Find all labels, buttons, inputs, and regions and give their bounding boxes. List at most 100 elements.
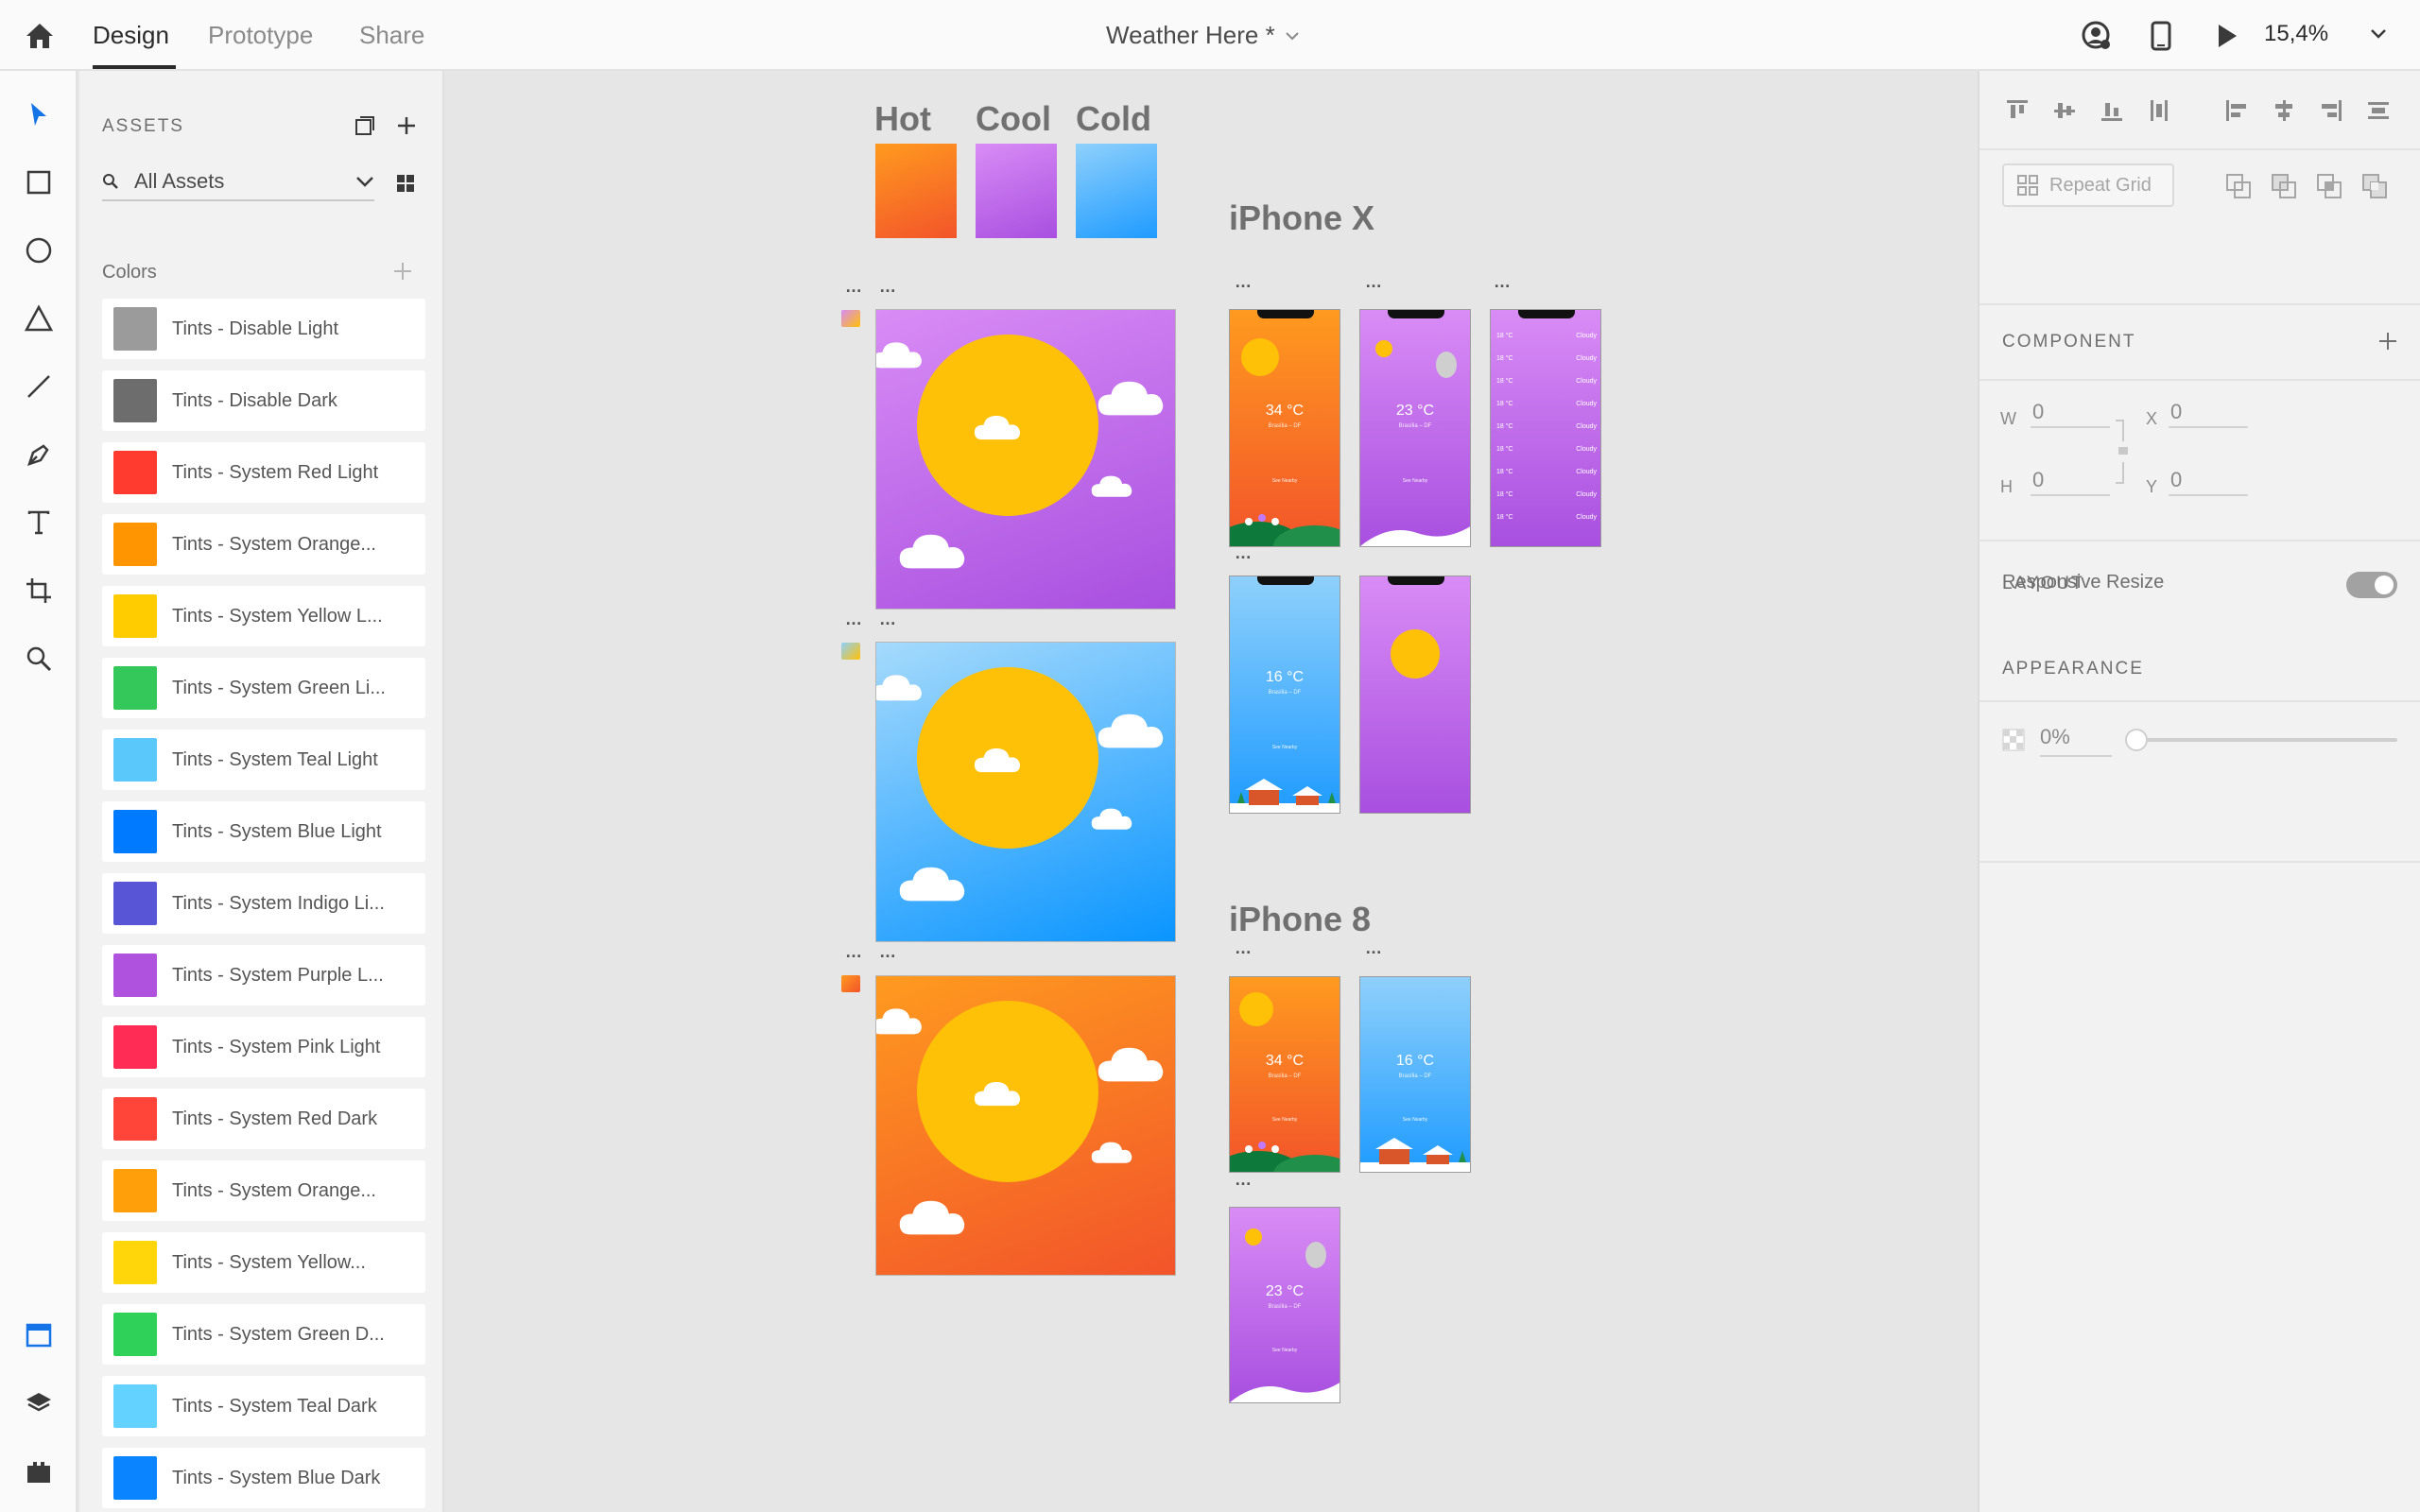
align-middle-button[interactable] (2048, 94, 2082, 128)
color-asset-item[interactable]: Tints - System Teal Light (102, 730, 425, 790)
open-library-button[interactable] (348, 109, 382, 143)
repeat-grid-button[interactable]: Repeat Grid (2002, 163, 2174, 207)
phone-artboard-forecast-list[interactable]: 18 °C Cloudy 18 °C Cloudy 18 °C Cloudy 18 °C Cl… (1490, 309, 1601, 547)
color-asset-item[interactable]: Tints - System Purple L... (102, 945, 425, 1005)
assets-panel-button[interactable] (20, 1316, 58, 1354)
document-title-menu[interactable]: Weather Here * (1106, 21, 1300, 50)
home-button[interactable] (21, 19, 59, 53)
phone-artboard-hot[interactable]: 34 °C Brasília – DF See Nearby (1229, 309, 1340, 547)
color-asset-item[interactable]: Tints - System Orange... (102, 1160, 425, 1221)
align-right-button[interactable] (2314, 94, 2348, 128)
play-preview-button[interactable] (2208, 17, 2246, 55)
add-asset-button[interactable] (389, 109, 424, 143)
add-component-button[interactable] (2371, 324, 2405, 358)
ellipse-tool[interactable] (20, 232, 58, 269)
height-label: H (2000, 477, 2013, 496)
distribute-horizontal-button[interactable] (2361, 94, 2395, 128)
color-asset-item[interactable]: Tints - System Teal Dark (102, 1376, 425, 1436)
hot-illustration-artboard[interactable] (875, 975, 1176, 1276)
line-tool[interactable] (20, 368, 58, 405)
color-asset-item[interactable]: Tints - System Blue Dark (102, 1448, 425, 1508)
artboard-options[interactable]: … (1365, 938, 1383, 958)
artboard-options[interactable]: … (879, 942, 897, 962)
tab-design[interactable]: Design (93, 21, 169, 50)
pen-tool[interactable] (20, 436, 58, 473)
boolean-add-button[interactable] (2221, 169, 2256, 203)
cold-illustration-artboard[interactable] (875, 642, 1176, 942)
cold-gradient-swatch[interactable] (1076, 144, 1157, 238)
rectangle-tool[interactable] (20, 163, 58, 201)
tab-share[interactable]: Share (359, 21, 424, 50)
polygon-tool[interactable] (20, 300, 58, 337)
artboard-options[interactable]: … (845, 277, 863, 297)
artboard-options[interactable]: … (845, 610, 863, 629)
color-asset-item[interactable]: Tints - Disable Light (102, 299, 425, 359)
artboard-tool[interactable] (20, 572, 58, 610)
device-preview-button[interactable] (2142, 17, 2180, 55)
color-asset-item[interactable]: Tints - System Green Li... (102, 658, 425, 718)
add-color-button[interactable] (384, 252, 422, 290)
color-asset-item[interactable]: Tints - System Orange... (102, 514, 425, 575)
text-tool[interactable] (20, 504, 58, 541)
artboard-options[interactable]: … (1365, 272, 1383, 292)
opacity-slider[interactable] (2125, 729, 2397, 751)
hot-gradient-swatch[interactable] (875, 144, 957, 238)
phone8-artboard-hot[interactable]: 34 °C Brasília – DF See Nearby (1229, 976, 1340, 1173)
share-user-button[interactable] (2078, 17, 2116, 55)
cool-gradient-swatch[interactable] (976, 144, 1057, 238)
color-asset-item[interactable]: Tints - Disable Dark (102, 370, 425, 431)
lock-aspect-icon[interactable] (2114, 419, 2135, 485)
artboard-options[interactable]: … (1494, 272, 1512, 292)
align-left-button[interactable] (2220, 94, 2254, 128)
plugins-panel-button[interactable] (20, 1452, 58, 1490)
artboard-options[interactable]: … (1235, 1170, 1253, 1190)
align-top-button[interactable] (2000, 94, 2034, 128)
distribute-vertical-button[interactable] (2142, 94, 2176, 128)
design-canvas[interactable]: Hot Cool Cold … … … … … … iPhone X … … …… (446, 71, 1978, 1512)
align-bottom-button[interactable] (2095, 94, 2129, 128)
opacity-slider-knob[interactable] (2125, 729, 2148, 751)
color-asset-item[interactable]: Tints - System Yellow L... (102, 586, 425, 646)
y-position-field[interactable]: 0 (2169, 468, 2248, 496)
color-swatch (113, 666, 157, 710)
phone-artboard-cool[interactable]: 23 °C Brasília – DF See Nearby (1359, 309, 1471, 547)
phone8-artboard-cold[interactable]: 16 °C Brasília – DF See Nearby (1359, 976, 1471, 1173)
select-tool[interactable] (20, 95, 58, 133)
artboard-options[interactable]: … (879, 277, 897, 297)
phone-artboard-splash[interactable] (1359, 576, 1471, 814)
grid-view-toggle[interactable] (391, 169, 420, 198)
artboard-options[interactable]: … (1235, 543, 1253, 563)
color-asset-item[interactable]: Tints - System Red Light (102, 442, 425, 503)
layers-panel-button[interactable] (20, 1384, 58, 1422)
artboard-options[interactable]: … (1235, 938, 1253, 958)
height-field[interactable]: 0 (2031, 468, 2110, 496)
artboard-options[interactable]: … (1235, 272, 1253, 292)
image-thumbnail-icon[interactable] (841, 643, 860, 660)
image-thumbnail-icon[interactable] (841, 975, 860, 992)
x-position-field[interactable]: 0 (2169, 400, 2248, 428)
boolean-subtract-button[interactable] (2267, 169, 2301, 203)
zoom-dropdown[interactable]: 15,4% (2264, 21, 2387, 47)
color-asset-item[interactable]: Tints - System Pink Light (102, 1017, 425, 1077)
artboard-options[interactable]: … (879, 610, 897, 629)
color-asset-item[interactable]: Tints - System Yellow... (102, 1232, 425, 1293)
boolean-intersect-button[interactable] (2312, 169, 2346, 203)
zoom-tool[interactable] (20, 640, 58, 678)
opacity-field[interactable]: 0% (2040, 725, 2112, 757)
artboard-options[interactable]: … (845, 942, 863, 962)
location-label: Brasília – DF (1268, 423, 1302, 429)
color-asset-item[interactable]: Tints - System Blue Light (102, 801, 425, 862)
color-asset-item[interactable]: Tints - System Green D... (102, 1304, 425, 1365)
width-field[interactable]: 0 (2031, 400, 2110, 428)
align-center-button[interactable] (2267, 94, 2301, 128)
color-asset-item[interactable]: Tints - System Red Dark (102, 1089, 425, 1149)
responsive-resize-toggle[interactable] (2346, 572, 2397, 598)
boolean-exclude-button[interactable] (2358, 169, 2392, 203)
phone-artboard-cold[interactable]: 16 °C Brasília – DF See Nearby (1229, 576, 1340, 814)
cool-illustration-artboard[interactable] (875, 309, 1176, 610)
color-asset-item[interactable]: Tints - System Indigo Li... (102, 873, 425, 934)
tab-prototype[interactable]: Prototype (208, 21, 313, 50)
asset-filter-dropdown[interactable]: All Assets (102, 163, 374, 201)
phone8-artboard-cool[interactable]: 23 °C Brasília – DF See Nearby (1229, 1207, 1340, 1403)
image-thumbnail-icon[interactable] (841, 310, 860, 327)
